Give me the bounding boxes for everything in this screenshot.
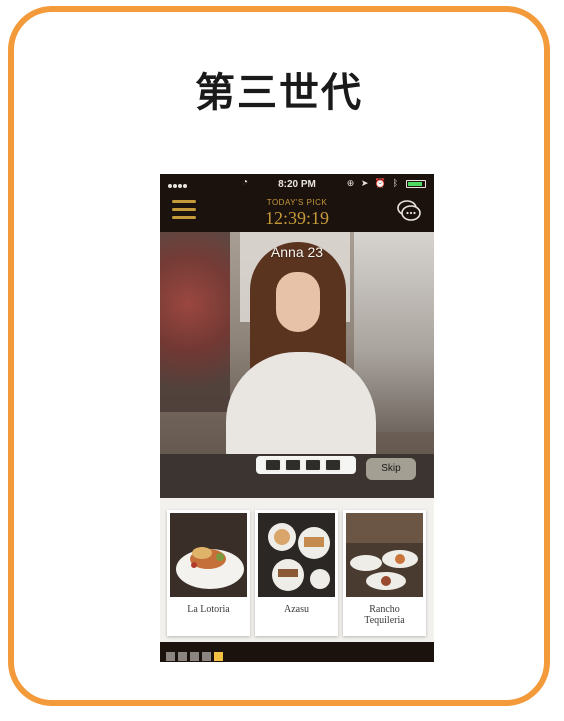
page-dot-active[interactable] — [214, 652, 223, 661]
chat-icon[interactable] — [396, 198, 422, 224]
restaurant-card[interactable]: Rancho Tequileria — [343, 510, 426, 636]
page-dot[interactable] — [178, 652, 187, 661]
restaurant-cards: La Lotoria Azasu Rancho Tequileria — [160, 498, 434, 642]
battery-icon — [406, 180, 426, 188]
skip-button[interactable]: Skip — [366, 458, 416, 480]
slide-card: 第三世代 ◔ 8:20 PM ⊕ ➤ ⏰ ᛒ TODAY'S PICK 12:3… — [8, 6, 550, 706]
phone-screenshot: ◔ 8:20 PM ⊕ ➤ ⏰ ᛒ TODAY'S PICK 12:39:19 — [160, 174, 434, 662]
sushi-piece — [284, 458, 302, 472]
restaurant-name: Rancho Tequileria — [364, 604, 405, 626]
food-photo — [258, 513, 335, 597]
status-bar: ◔ 8:20 PM ⊕ ➤ ⏰ ᛒ — [160, 174, 434, 198]
restaurant-card[interactable]: La Lotoria — [167, 510, 250, 636]
page-dot[interactable] — [202, 652, 211, 661]
countdown-timer: 12:39:19 — [264, 208, 329, 228]
food-photo — [346, 513, 423, 597]
restaurant-name: La Lotoria — [187, 604, 230, 615]
person-face — [276, 272, 320, 332]
sushi-piece — [304, 458, 322, 472]
pagination-dots — [166, 646, 226, 661]
sushi-piece — [324, 458, 342, 472]
page-dot[interactable] — [190, 652, 199, 661]
todays-pick-label: TODAY'S PICK — [266, 198, 328, 207]
page-dot[interactable] — [166, 652, 175, 661]
profile-name-age: Anna 23 — [270, 244, 324, 260]
restaurant-name: Azasu — [284, 604, 309, 615]
restaurant-card[interactable]: Azasu — [255, 510, 338, 636]
food-photo — [170, 513, 247, 597]
slide-title: 第三世代 — [195, 70, 363, 116]
app-bar: TODAY'S PICK 12:39:19 — [160, 194, 434, 232]
sushi-piece — [264, 458, 282, 472]
profile-photo[interactable]: Anna 23 Skip — [160, 232, 434, 498]
status-icons: ⊕ ➤ ⏰ ᛒ — [346, 178, 400, 188]
